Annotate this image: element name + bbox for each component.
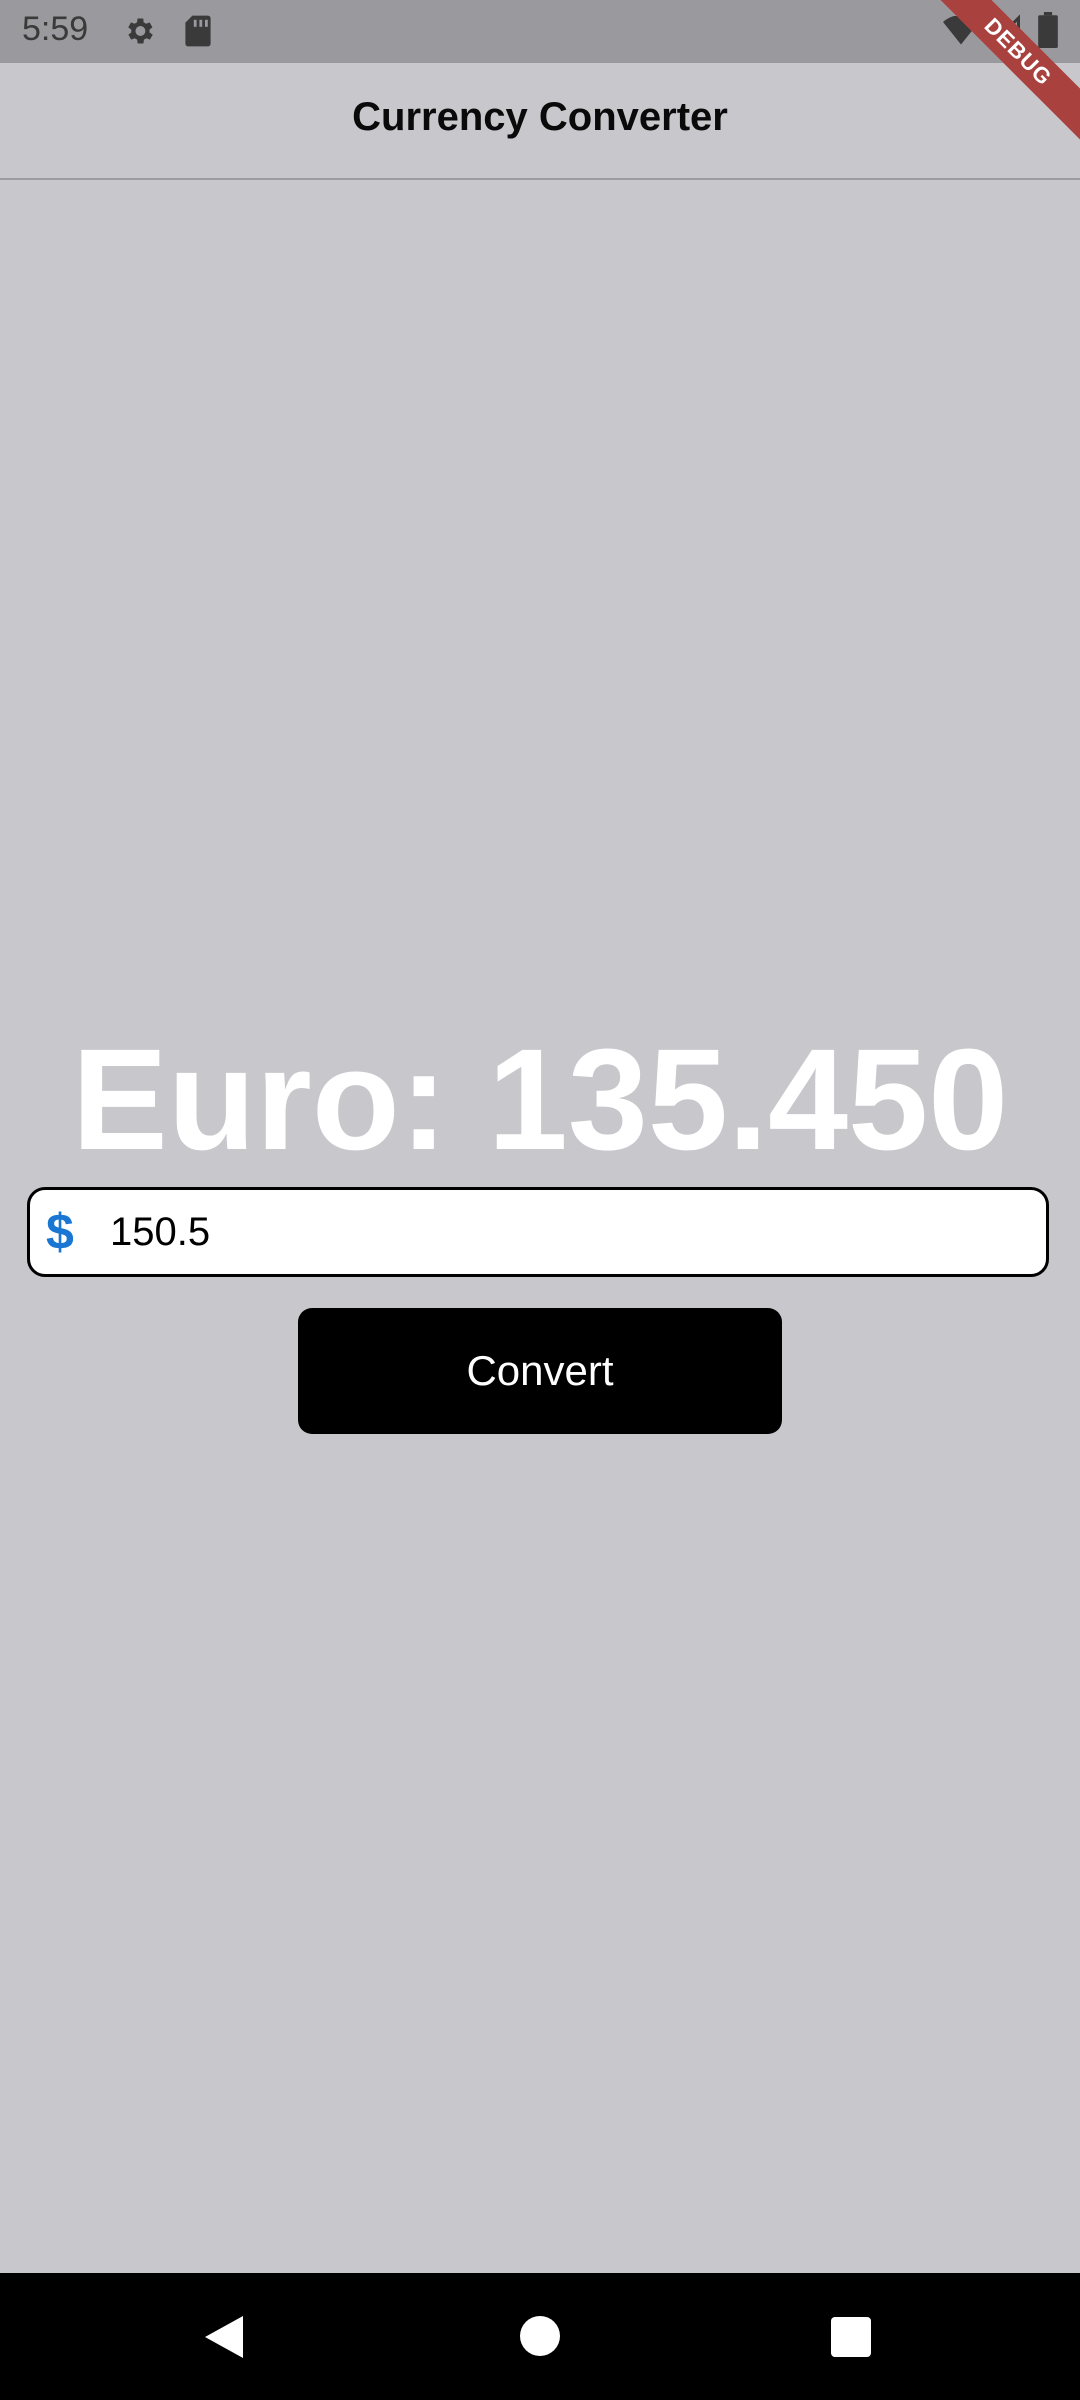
status-bar: 5:59 xyxy=(0,0,1080,63)
page-title: Currency Converter xyxy=(352,95,728,139)
recents-icon[interactable] xyxy=(831,2317,871,2357)
conversion-result: Euro: 135.450 xyxy=(71,1019,1009,1180)
back-icon[interactable] xyxy=(203,2314,245,2365)
gear-icon xyxy=(122,14,156,53)
home-icon[interactable] xyxy=(520,2316,560,2356)
amount-input[interactable]: $ 150.5 xyxy=(27,1187,1049,1277)
battery-icon xyxy=(1038,12,1058,53)
amount-value[interactable]: 150.5 xyxy=(110,1204,210,1260)
dollar-icon: $ xyxy=(46,1204,74,1260)
convert-button[interactable]: Convert xyxy=(298,1308,782,1434)
app-bar: Currency Converter xyxy=(0,63,1080,180)
navigation-bar xyxy=(0,2273,1080,2400)
app-screen: 5:59 Currency Converter DEBUG Euro: 135.… xyxy=(0,0,1080,2400)
sd-card-icon xyxy=(184,14,212,53)
status-time: 5:59 xyxy=(22,10,89,48)
